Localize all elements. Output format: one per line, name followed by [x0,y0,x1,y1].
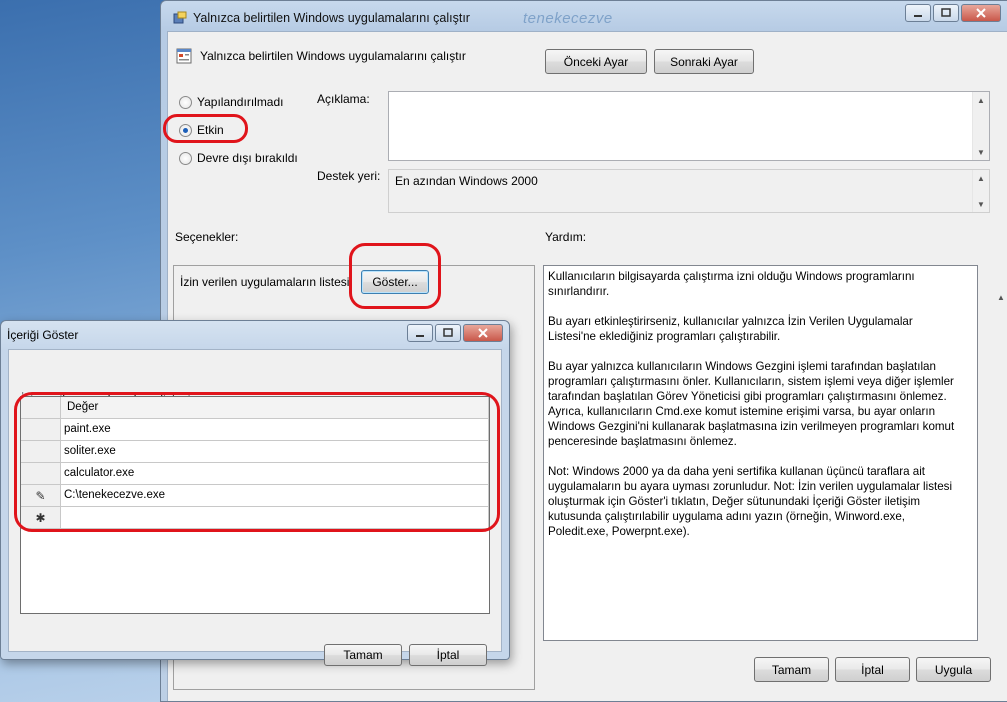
row-selector[interactable] [21,463,61,485]
asterisk-icon: ✱ [35,510,46,525]
radio-disabled-label: Devre dışı bırakıldı [197,151,298,165]
comment-scrollbar[interactable]: ▲ ▼ [972,92,989,160]
comment-label: Açıklama: [317,92,370,106]
help-label: Yardım: [545,230,587,244]
scroll-up-icon[interactable]: ▲ [973,92,989,108]
dialog-restore-button[interactable] [435,324,461,342]
minimize-icon [914,15,922,17]
help-paragraph-4: Not: Windows 2000 ya da daha yeni sertif… [548,465,953,538]
previous-setting-button[interactable]: Önceki Ayar [545,49,647,74]
scroll-up-icon[interactable]: ▲ [997,293,1005,313]
options-label: Seçenekler: [175,230,239,244]
new-row[interactable]: ✱ [21,507,489,529]
help-scrollbar-track[interactable]: ▲ [993,265,1007,641]
table-row[interactable]: paint.exe [21,419,489,441]
radio-enabled-dot[interactable] [179,123,192,137]
row-selector[interactable] [21,419,61,441]
scroll-down-icon[interactable]: ▼ [973,196,989,212]
table-row[interactable]: ✎ C:\tenekecezve.exe [21,485,489,507]
restore-icon [443,328,453,337]
watermark-text: tenekecezve [523,10,613,27]
supported-on-box: En azından Windows 2000 ▲ ▼ [388,169,990,213]
comment-textarea[interactable]: ▲ ▼ [388,91,990,161]
dialog-minimize-button[interactable] [407,324,433,342]
cancel-button[interactable]: İptal [835,657,910,682]
table-row[interactable]: calculator.exe [21,463,489,485]
restore-icon [941,8,951,17]
dialog-close-button[interactable] [463,324,503,342]
dialog-title: İçeriği Göster [7,328,79,342]
radio-not-configured-dot[interactable] [179,95,192,109]
close-icon [478,328,488,338]
help-paragraph-2: Bu ayarı etkinleştirirseniz, kullanıcıla… [548,315,913,343]
policy-name: Yalnızca belirtilen Windows uygulamaları… [200,49,466,63]
supported-scrollbar[interactable]: ▲ ▼ [972,170,989,212]
value-cell[interactable]: soliter.exe [61,441,489,463]
grid-corner [21,397,61,419]
dialog-window-controls [407,324,503,342]
scroll-down-icon[interactable]: ▼ [973,144,989,160]
radio-enabled-label: Etkin [197,123,224,137]
table-row[interactable]: soliter.exe [21,441,489,463]
help-paragraph-1: Kullanıcıların bilgisayarda çalıştırma i… [548,270,915,298]
column-header-value[interactable]: Değer [61,397,489,419]
editing-row-selector[interactable]: ✎ [21,485,61,507]
restore-button[interactable] [933,4,959,22]
window-title-bar: Yalnızca belirtilen Windows uygulamaları… [173,9,470,27]
value-cell[interactable]: paint.exe [61,419,489,441]
minimize-icon [416,335,424,337]
pencil-icon: ✎ [35,488,46,503]
show-button[interactable]: Göster... [361,270,429,294]
minimize-button[interactable] [905,4,931,22]
row-selector[interactable] [21,441,61,463]
values-grid[interactable]: Değer paint.exe soliter.exe calculator.e… [20,396,490,614]
radio-not-configured[interactable]: Yapılandırılmadı [179,95,284,109]
grid-header-row: Değer [21,397,489,419]
ok-button[interactable]: Tamam [754,657,829,682]
value-cell[interactable]: C:\tenekecezve.exe [61,485,489,507]
next-setting-button[interactable]: Sonraki Ayar [654,49,754,74]
scroll-up-icon[interactable]: ▲ [973,170,989,186]
dialog-cancel-button[interactable]: İptal [409,644,487,666]
radio-enabled[interactable]: Etkin [179,123,224,137]
supported-on-value: En azından Windows 2000 [395,174,538,188]
window-controls [905,4,1001,22]
help-paragraph-3: Bu ayar yalnızca kullanıcıların Windows … [548,360,955,448]
policy-header: Yalnızca belirtilen Windows uygulamaları… [176,48,466,64]
new-value-cell[interactable] [61,507,489,529]
radio-disabled-dot[interactable] [179,151,192,165]
window-title: Yalnızca belirtilen Windows uygulamaları… [193,11,470,25]
radio-not-configured-label: Yapılandırılmadı [197,95,284,109]
close-icon [976,8,986,18]
apply-button[interactable]: Uygula [916,657,991,682]
value-cell[interactable]: calculator.exe [61,463,489,485]
dialog-ok-button[interactable]: Tamam [324,644,402,666]
allowed-list-label: İzin verilen uygulamaların listesi [180,275,350,289]
group-policy-icon [173,11,187,24]
radio-disabled[interactable]: Devre dışı bırakıldı [179,151,298,165]
policy-setting-icon [176,48,192,64]
close-button[interactable] [961,4,1001,22]
help-text-panel: Kullanıcıların bilgisayarda çalıştırma i… [543,265,978,641]
new-row-selector[interactable]: ✱ [21,507,61,529]
supported-on-label: Destek yeri: [317,169,381,183]
